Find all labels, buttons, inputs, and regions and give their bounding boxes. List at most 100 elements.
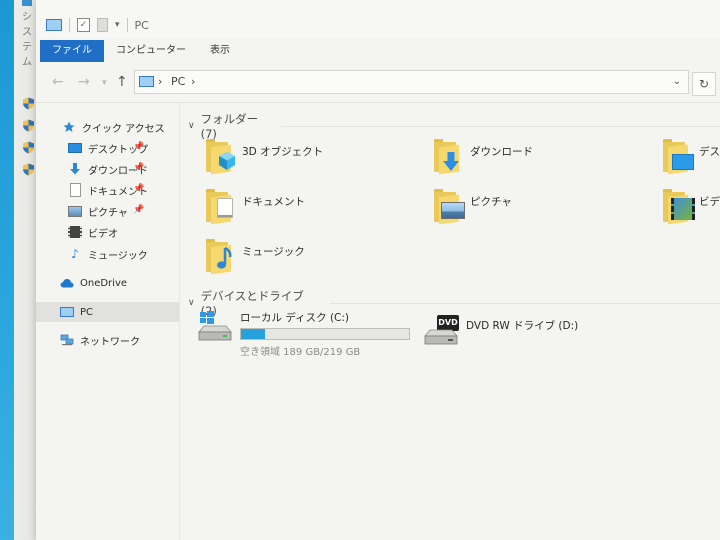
uac-shield-icon[interactable] <box>22 119 35 132</box>
drive-usage-bar <box>240 328 410 340</box>
pc-icon <box>139 76 154 87</box>
refresh-button[interactable]: ↻ <box>692 72 716 96</box>
pc-icon <box>60 305 74 319</box>
sidebar-item-label: OneDrive <box>80 277 128 289</box>
drive-local-disk-c[interactable]: ローカル ディスク (C:) 空き領域 189 GB/219 GB <box>198 310 410 358</box>
music-icon: ♪ <box>71 247 79 261</box>
title-bar: ✓ ▾ PC <box>36 0 720 38</box>
pin-icon[interactable]: 📌 <box>133 184 144 194</box>
folder-pictures[interactable]: ピクチャ <box>432 188 512 225</box>
toolbar-separator <box>69 18 70 32</box>
sidebar-item-label: PC <box>80 306 94 318</box>
address-bar[interactable]: › PC › ⌄ <box>134 70 689 94</box>
sidebar-item-label: クイック アクセス <box>82 123 165 135</box>
pictures-folder-icon <box>432 188 465 225</box>
sidebar-item-quick-access[interactable]: クイック アクセス <box>36 117 179 137</box>
desktop-folder-icon <box>661 138 694 175</box>
document-folder-icon <box>204 188 236 225</box>
pin-icon[interactable]: 📌 <box>133 142 144 152</box>
pc-icon[interactable] <box>46 19 62 31</box>
folder-label: ビデ <box>699 196 720 208</box>
pin-icon[interactable]: 📌 <box>133 205 144 215</box>
folder-music[interactable]: ミュージック <box>204 238 305 275</box>
dvd-drive-icon: DVD <box>424 314 459 345</box>
new-folder-icon[interactable] <box>97 18 108 32</box>
tab-view[interactable]: 表示 <box>198 40 242 62</box>
sidebar-item-label: ビデオ <box>88 228 118 240</box>
customize-dropdown-icon[interactable]: ▾ <box>115 20 120 30</box>
sidebar-item-documents[interactable]: ドキュメント 📌 <box>36 180 179 200</box>
properties-icon[interactable]: ✓ <box>77 18 90 32</box>
star-icon <box>62 120 76 134</box>
recent-dropdown-icon[interactable]: ▾ <box>102 78 107 88</box>
sidebar-item-videos[interactable]: ビデオ <box>36 222 179 242</box>
folder-documents[interactable]: ドキュメント <box>204 188 305 225</box>
folder-downloads[interactable]: ダウンロード <box>432 138 533 175</box>
folder-label: ミュージック <box>242 246 305 258</box>
address-dropdown-icon[interactable]: ⌄ <box>666 71 688 93</box>
drive-label: ローカル ディスク (C:) <box>240 312 350 324</box>
tab-file[interactable]: ファイル <box>40 40 104 62</box>
sidebar-item-label: ピクチャ <box>88 207 128 219</box>
sidebar-item-onedrive[interactable]: OneDrive <box>36 273 179 293</box>
cloud-icon <box>60 276 74 290</box>
3d-objects-icon <box>204 138 236 175</box>
sidebar-item-label: ネットワーク <box>80 336 140 348</box>
sidebar-item-network[interactable]: ネットワーク <box>36 330 179 350</box>
up-arrow-icon[interactable]: ↑ <box>116 74 128 90</box>
ribbon-tabs: ファイル コンピューター 表示 <box>36 40 720 62</box>
chevron-down-icon[interactable]: ∨ <box>188 121 195 131</box>
breadcrumb-separator[interactable]: › <box>191 75 195 88</box>
folder-desktop[interactable]: デス <box>661 138 720 175</box>
drive-dvd-rw-d[interactable]: DVD DVD RW ドライブ (D:) <box>424 314 579 345</box>
navigation-pane: クイック アクセス デスクトップ 📌 ダウンロード 📌 ドキュメント 📌 ピクチ… <box>36 102 180 540</box>
group-header-folders[interactable]: ∨ フォルダー (7) <box>188 111 720 141</box>
sidebar-item-desktop[interactable]: デスクトップ 📌 <box>36 138 179 158</box>
system-icon <box>22 0 32 6</box>
folder-3d-objects[interactable]: 3D オブジェクト <box>204 138 324 175</box>
document-icon <box>68 183 82 197</box>
folder-label: デス <box>699 146 720 158</box>
background-window-title-text: システム <box>22 12 32 68</box>
drive-usage-fill <box>241 329 265 339</box>
local-disk-icon <box>198 310 232 341</box>
quick-access-toolbar: ✓ ▾ PC <box>46 18 149 32</box>
folder-label: ピクチャ <box>470 196 512 208</box>
pictures-icon <box>68 204 82 218</box>
toolbar-separator <box>126 18 128 32</box>
window-title: PC <box>134 18 149 32</box>
sidebar-item-pictures[interactable]: ピクチャ 📌 <box>36 201 179 221</box>
sidebar-item-pc[interactable]: PC <box>36 302 179 322</box>
background-window-edge <box>0 0 14 540</box>
drive-info: ローカル ディスク (C:) 空き領域 189 GB/219 GB <box>240 310 410 358</box>
group-divider <box>330 302 720 304</box>
video-icon <box>68 225 82 239</box>
breadcrumb-separator[interactable]: › <box>158 75 162 88</box>
uac-shield-icon[interactable] <box>22 141 35 154</box>
pin-icon[interactable]: 📌 <box>133 163 144 173</box>
music-folder-icon <box>204 238 236 275</box>
chevron-down-icon[interactable]: ∨ <box>188 298 195 308</box>
folder-label: 3D オブジェクト <box>242 146 324 158</box>
group-title: フォルダー (7) <box>200 112 259 141</box>
uac-shield-icon[interactable] <box>22 163 35 176</box>
forward-arrow-icon[interactable]: → <box>78 74 90 90</box>
folder-videos[interactable]: ビデ <box>661 188 720 225</box>
drive-free-space: 空き領域 189 GB/219 GB <box>240 347 361 358</box>
sidebar-item-downloads[interactable]: ダウンロード 📌 <box>36 159 179 179</box>
video-folder-icon <box>661 188 695 225</box>
sidebar-item-label: ミュージック <box>88 250 148 262</box>
network-icon <box>60 333 74 347</box>
download-icon <box>68 162 82 176</box>
uac-shield-icon[interactable] <box>22 97 35 110</box>
back-arrow-icon[interactable]: ← <box>52 74 64 90</box>
explorer-window: ✓ ▾ PC ファイル コンピューター 表示 ← → ▾ ↑ › PC › ⌄ … <box>36 0 720 540</box>
folder-label: ダウンロード <box>470 146 533 158</box>
background-window: システム <box>0 0 40 540</box>
drive-label: DVD RW ドライブ (D:) <box>466 320 579 332</box>
breadcrumb-pc[interactable]: PC <box>171 75 185 88</box>
navigation-bar: ← → ▾ ↑ › PC › ⌄ ↻ <box>36 64 720 103</box>
tab-computer[interactable]: コンピューター <box>104 40 198 62</box>
desktop-icon <box>68 141 82 155</box>
sidebar-item-music[interactable]: ♪ ミュージック <box>36 244 179 264</box>
